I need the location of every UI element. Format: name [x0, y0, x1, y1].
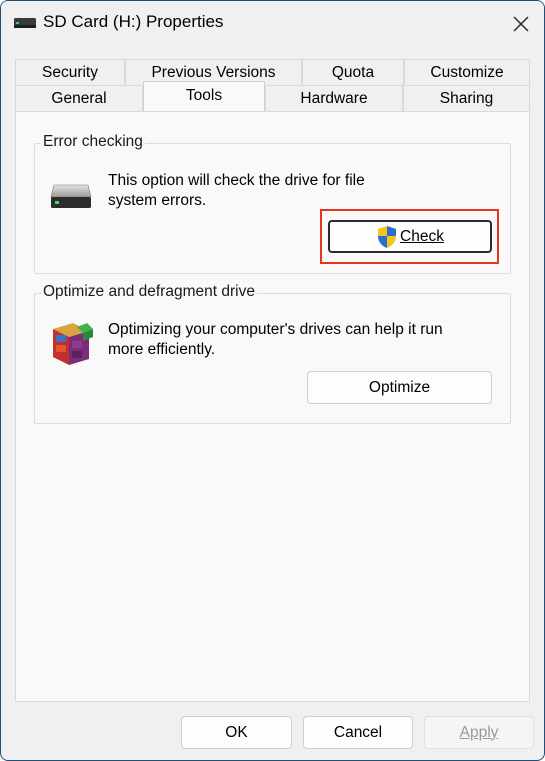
tab-general[interactable]: General — [15, 85, 143, 111]
optimize-button-label: Optimize — [368, 378, 431, 396]
tab-row-1: Security Previous Versions Quota Customi… — [15, 59, 530, 85]
tab-quota[interactable]: Quota — [302, 59, 404, 85]
window-title: SD Card (H:) Properties — [43, 12, 224, 31]
ok-button-label: OK — [225, 723, 248, 741]
tab-row-2: General Tools Hardware Sharing — [15, 81, 530, 111]
apply-button[interactable]: Apply — [424, 716, 534, 749]
check-button[interactable]: Check — [328, 220, 492, 253]
close-button[interactable] — [498, 1, 544, 47]
tab-label: Tools — [185, 87, 223, 104]
description-line: Optimizing your computer's drives can he… — [108, 321, 443, 338]
defrag-icon — [53, 323, 93, 365]
tab-label: Quota — [331, 64, 375, 81]
ok-button[interactable]: OK — [181, 716, 292, 749]
error-checking-group: Error checking This option will check th… — [34, 133, 511, 274]
tab-label: Security — [42, 64, 98, 81]
tab-label: Previous Versions — [151, 64, 276, 81]
description-line: system errors. — [108, 192, 207, 209]
apply-button-label: Apply — [459, 723, 499, 741]
tab-label: Customize — [430, 64, 504, 81]
error-checking-description: This option will check the drive for fil… — [108, 171, 365, 211]
optimize-group: Optimize and defragment drive Optimizing… — [34, 283, 511, 424]
tab-sharing[interactable]: Sharing — [403, 85, 530, 111]
optimize-button[interactable]: Optimize — [307, 371, 492, 404]
tab-hardware[interactable]: Hardware — [265, 85, 403, 111]
tab-security[interactable]: Security — [15, 59, 125, 85]
title-bar[interactable]: SD Card (H:) Properties — [1, 1, 544, 47]
tab-label: Hardware — [300, 90, 368, 107]
tab-label: Sharing — [439, 90, 494, 107]
uac-shield-icon — [378, 225, 397, 248]
description-line: more efficiently. — [108, 341, 216, 358]
drive-icon — [14, 18, 36, 28]
check-button-label: Check — [400, 227, 444, 245]
cancel-button[interactable]: Cancel — [303, 716, 413, 749]
tab-tools[interactable]: Tools — [143, 81, 265, 111]
group-label-optimize: Optimize and defragment drive — [41, 283, 257, 301]
description-line: This option will check the drive for fil… — [108, 172, 365, 189]
group-label-error-checking: Error checking — [41, 133, 145, 151]
optimize-description: Optimizing your computer's drives can he… — [108, 320, 443, 360]
cancel-button-label: Cancel — [333, 723, 383, 741]
tab-label: General — [51, 90, 107, 107]
tools-tab-panel: Error checking This option will check th… — [15, 111, 530, 702]
hard-drive-icon — [50, 184, 92, 208]
close-icon — [513, 16, 529, 32]
properties-window: SD Card (H:) Properties Security Previou… — [0, 0, 545, 761]
tab-customize[interactable]: Customize — [404, 59, 530, 85]
